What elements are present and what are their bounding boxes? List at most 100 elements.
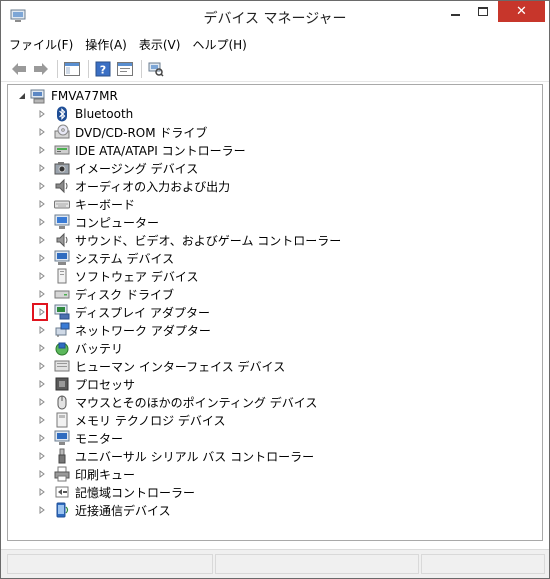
mouse-icon (57, 395, 67, 410)
hid-icon (54, 360, 70, 372)
disk-drive-icon (54, 290, 70, 299)
tree-item[interactable]: ネットワーク アダプター (38, 321, 211, 339)
tree-item[interactable]: モニター (38, 429, 123, 447)
tree-item[interactable]: ディスク ドライブ (38, 285, 174, 303)
tree-item-label: ヒューマン インターフェイス デバイス (75, 359, 286, 374)
bluetooth-icon (57, 106, 67, 122)
maximize-icon (478, 7, 488, 16)
tree-item-label: システム デバイス (75, 251, 175, 266)
tree-item-label: ネットワーク アダプター (75, 323, 211, 338)
tree-root-computer[interactable]: FMVA77MR (18, 87, 118, 105)
expand-arrow-icon[interactable] (38, 357, 46, 375)
minimize-icon (450, 13, 460, 16)
expand-arrow-icon[interactable] (38, 285, 46, 303)
expand-arrow-icon[interactable] (38, 411, 46, 429)
tree-item[interactable]: ディスプレイ アダプター (38, 303, 210, 321)
tree-item[interactable]: コンピューター (38, 213, 159, 231)
tree-item-label: DVD/CD-ROM ドライブ (75, 125, 208, 140)
maximize-button[interactable] (469, 1, 497, 22)
expand-arrow-icon[interactable] (38, 321, 46, 339)
ide-controller-icon (54, 145, 70, 155)
tree-item[interactable]: バッテリ (38, 339, 123, 357)
tree-item[interactable]: 近接通信デバイス (38, 501, 171, 519)
forward-button[interactable] (31, 59, 51, 79)
tree-item[interactable]: システム デバイス (38, 249, 174, 267)
help-button[interactable]: ? (93, 59, 113, 79)
tree-item-label: IDE ATA/ATAPI コントローラー (75, 143, 246, 158)
tree-item[interactable]: キーボード (38, 195, 135, 213)
status-cell (421, 554, 545, 574)
help-icon: ? (95, 61, 111, 76)
expand-arrow-icon[interactable] (38, 465, 46, 483)
expand-arrow-icon[interactable] (38, 141, 46, 159)
tree-item-label: 近接通信デバイス (75, 503, 171, 518)
expand-arrow-icon[interactable] (38, 501, 46, 519)
tree-item-label: メモリ テクノロジ デバイス (75, 413, 226, 428)
tree-item[interactable]: IDE ATA/ATAPI コントローラー (38, 141, 246, 159)
tree-item-label: コンピューター (75, 215, 160, 230)
device-tree[interactable]: FMVA77MR Bluetooth DVD/CD-ROM ドライブ IDE ATA/… (7, 84, 543, 541)
tree-item-label: ソフトウェア デバイス (75, 269, 199, 284)
tree-item-label: ユニバーサル シリアル バス コントローラー (75, 449, 315, 464)
tree-item[interactable]: ユニバーサル シリアル バス コントローラー (38, 447, 314, 465)
highlight-marker (32, 303, 48, 321)
menu-file[interactable]: ファイル(F) (9, 36, 73, 53)
tree-item[interactable]: マウスとそのほかのポインティング デバイス (38, 393, 317, 411)
tree-item[interactable]: オーディオの入力および出力 (38, 177, 230, 195)
menu-bar: ファイル(F) 操作(A) 表示(V) ヘルプ(H) (1, 33, 549, 55)
tree-item[interactable]: 印刷キュー (38, 465, 135, 483)
tree-item-label: イメージング デバイス (75, 161, 199, 176)
expand-arrow-icon[interactable] (38, 339, 46, 357)
toolbar: ? (1, 56, 549, 82)
expand-arrow-icon[interactable] (38, 393, 46, 411)
tree-root-label: FMVA77MR (51, 89, 118, 103)
usb-icon (58, 448, 66, 464)
expand-arrow-icon[interactable] (38, 213, 46, 231)
expand-arrow-icon[interactable] (38, 447, 46, 465)
tree-item-label: 印刷キュー (75, 467, 136, 482)
tree-item-label: モニター (75, 431, 124, 446)
expand-arrow-icon[interactable] (38, 159, 46, 177)
dvd-drive-icon (54, 124, 70, 139)
expand-arrow-icon[interactable] (38, 267, 46, 285)
expand-arrow-icon[interactable] (38, 177, 46, 195)
expand-arrow-icon[interactable] (38, 483, 46, 501)
menu-help[interactable]: ヘルプ(H) (192, 36, 246, 53)
tree-item[interactable]: イメージング デバイス (38, 159, 198, 177)
show-hide-console-tree-button[interactable] (62, 59, 82, 79)
scan-hardware-button[interactable] (146, 59, 166, 79)
tree-item[interactable]: ソフトウェア デバイス (38, 267, 198, 285)
network-adapter-icon (55, 322, 70, 337)
system-device-icon (54, 250, 70, 265)
expand-arrow-icon[interactable] (38, 123, 46, 141)
expand-arrow-icon[interactable] (38, 429, 46, 447)
tree-item-label: 記憶域コントローラー (75, 485, 196, 500)
expand-arrow-icon[interactable] (38, 231, 46, 249)
minimize-button[interactable] (441, 1, 469, 22)
collapse-arrow-icon[interactable] (18, 87, 26, 105)
tree-item[interactable]: ヒューマン インターフェイス デバイス (38, 357, 285, 375)
memory-device-icon (56, 412, 68, 428)
expand-arrow-icon[interactable] (38, 195, 46, 213)
proximity-device-icon (56, 502, 69, 518)
tree-item[interactable]: プロセッサ (38, 375, 135, 393)
expand-arrow-icon[interactable] (38, 375, 46, 393)
tree-item[interactable]: Bluetooth (38, 105, 133, 123)
expand-arrow-icon[interactable] (38, 249, 46, 267)
expand-arrow-icon[interactable] (38, 105, 46, 123)
tree-item-label: マウスとそのほかのポインティング デバイス (75, 395, 318, 410)
tree-item[interactable]: メモリ テクノロジ デバイス (38, 411, 226, 429)
tree-item[interactable]: DVD/CD-ROM ドライブ (38, 123, 207, 141)
close-button[interactable]: ✕ (498, 1, 545, 22)
software-device-icon (57, 268, 67, 284)
menu-action[interactable]: 操作(A) (85, 36, 127, 53)
back-button[interactable] (9, 59, 29, 79)
scan-hardware-icon (148, 62, 164, 77)
tree-item[interactable]: 記憶域コントローラー (38, 483, 195, 501)
monitor-icon (54, 430, 70, 445)
processor-icon (55, 377, 69, 391)
printer-icon (54, 466, 70, 482)
menu-view[interactable]: 表示(V) (139, 36, 181, 53)
tree-item[interactable]: サウンド、ビデオ、およびゲーム コントローラー (38, 231, 341, 249)
properties-button[interactable] (115, 59, 135, 79)
